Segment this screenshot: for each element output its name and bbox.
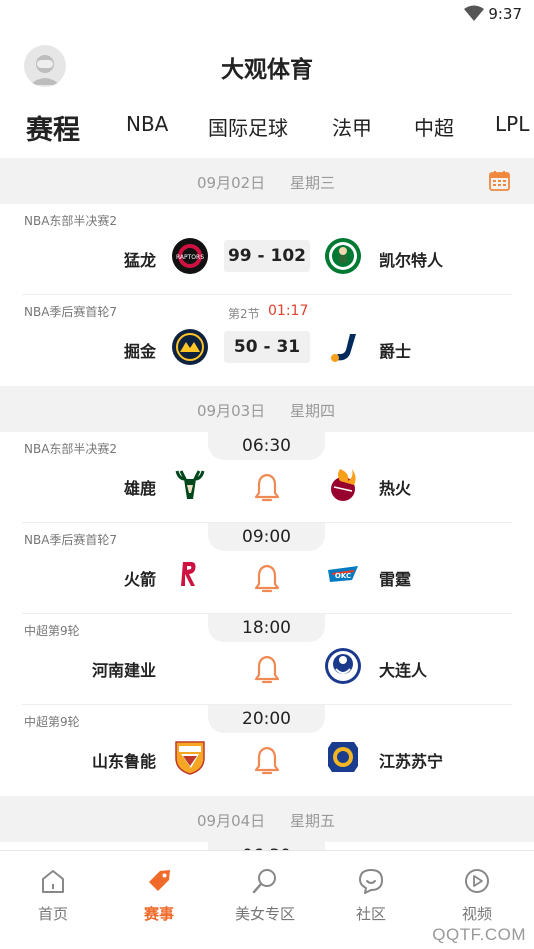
league-label: 中超第9轮 bbox=[24, 624, 80, 638]
watermark: QQTF.COM bbox=[432, 925, 526, 944]
bucks-logo-icon bbox=[175, 470, 205, 499]
tab-intl-football[interactable]: 国际足球 bbox=[208, 112, 288, 141]
thunder-logo-icon: OKC bbox=[328, 566, 358, 582]
weekday-label: 星期三 bbox=[290, 174, 336, 192]
nav-gallery[interactable]: 美女专区 bbox=[220, 867, 310, 924]
nuggets-logo-icon bbox=[172, 329, 208, 365]
suning-logo-icon bbox=[328, 742, 358, 772]
match-time: 09:00 bbox=[208, 523, 325, 551]
tab-csl[interactable]: 中超 bbox=[414, 112, 454, 141]
league-label: 中超第9轮 bbox=[24, 715, 80, 729]
search-person-icon bbox=[252, 869, 276, 894]
match-card[interactable]: 06:30 NBA东部半决赛2 雄鹿 热火 bbox=[0, 432, 534, 523]
score: 99 - 102 bbox=[224, 240, 310, 272]
match-time: 20:00 bbox=[208, 705, 325, 733]
rockets-logo-icon bbox=[181, 562, 196, 586]
bell-icon[interactable] bbox=[254, 563, 280, 593]
date-header: 09月02日 星期三 bbox=[0, 158, 534, 204]
match-card[interactable]: NBA东部半决赛2 猛龙 RAPTORS 99 - 102 凯尔特人 bbox=[0, 204, 534, 295]
period-label: 第2节 bbox=[228, 307, 260, 321]
nav-events[interactable]: 赛事 bbox=[114, 867, 204, 924]
away-team: 凯尔特人 bbox=[379, 251, 444, 270]
nav-label: 社区 bbox=[355, 905, 386, 923]
date-label: 09月04日 bbox=[197, 812, 266, 830]
match-card[interactable]: 20:00 中超第9轮 山东鲁能 江苏苏宁 bbox=[0, 705, 534, 796]
wifi-icon bbox=[464, 5, 484, 21]
match-card[interactable]: 18:00 中超第9轮 河南建业 大连人 bbox=[0, 614, 534, 705]
away-team: 雷霆 bbox=[379, 570, 412, 589]
heat-logo-icon bbox=[331, 469, 356, 501]
league-label: NBA季后赛首轮7 bbox=[24, 533, 118, 547]
dalian-logo-icon bbox=[325, 648, 361, 684]
tab-nba[interactable]: NBA bbox=[126, 112, 168, 136]
jazz-logo-icon bbox=[331, 334, 356, 362]
luneng-logo-icon bbox=[175, 741, 205, 775]
date-label: 09月02日 bbox=[197, 174, 266, 192]
play-icon bbox=[465, 869, 489, 893]
league-label: NBA东部半决赛2 bbox=[24, 442, 118, 456]
tab-lpl[interactable]: LPL bbox=[495, 112, 529, 136]
chat-icon bbox=[359, 869, 383, 894]
tag-icon bbox=[149, 870, 170, 891]
home-team: 火箭 bbox=[123, 570, 156, 589]
match-time: 06:30 bbox=[208, 432, 325, 460]
raptors-logo-icon: RAPTORS bbox=[172, 238, 208, 274]
app-header: 大观体育 bbox=[0, 30, 534, 100]
away-team: 江苏苏宁 bbox=[379, 752, 444, 771]
weekday-label: 星期四 bbox=[290, 402, 336, 420]
score: 50 - 31 bbox=[224, 331, 310, 363]
league-label: NBA东部半决赛2 bbox=[24, 214, 118, 228]
category-tabs: 赛程 NBA 国际足球 法甲 中超 LPL bbox=[0, 100, 534, 158]
home-team: 掘金 bbox=[123, 342, 156, 361]
tab-ligue1[interactable]: 法甲 bbox=[332, 112, 372, 141]
match-card[interactable]: NBA季后赛首轮7 第2节 01:17 掘金 50 - 31 爵士 bbox=[0, 295, 534, 386]
match-time: 18:00 bbox=[208, 614, 325, 642]
svg-text:RAPTORS: RAPTORS bbox=[176, 254, 204, 261]
nav-community[interactable]: 社区 bbox=[326, 867, 416, 924]
date-label: 09月03日 bbox=[197, 402, 266, 420]
match-card[interactable]: 09:00 NBA季后赛首轮7 火箭 OKC 雷霆 bbox=[0, 523, 534, 614]
app-title: 大观体育 bbox=[221, 57, 313, 83]
nav-label: 视频 bbox=[461, 905, 492, 923]
home-icon bbox=[42, 870, 64, 893]
tab-schedule[interactable]: 赛程 bbox=[26, 108, 80, 147]
nav-video[interactable]: 视频 bbox=[432, 867, 522, 924]
weekday-label: 星期五 bbox=[290, 812, 336, 830]
away-team: 热火 bbox=[379, 479, 412, 498]
home-team: 猛龙 bbox=[123, 251, 156, 270]
celtics-logo-icon bbox=[325, 238, 361, 274]
home-team: 河南建业 bbox=[91, 661, 156, 680]
home-team: 雄鹿 bbox=[123, 479, 156, 498]
date-header: 09月04日 星期五 bbox=[0, 796, 534, 842]
nav-label: 赛事 bbox=[143, 905, 174, 923]
svg-text:OKC: OKC bbox=[335, 572, 351, 580]
away-team: 爵士 bbox=[379, 342, 412, 361]
date-header: 09月03日 星期四 bbox=[0, 386, 534, 432]
home-team: 山东鲁能 bbox=[91, 752, 156, 771]
bell-icon[interactable] bbox=[254, 654, 280, 684]
status-time: 9:37 bbox=[488, 5, 522, 23]
bell-icon[interactable] bbox=[254, 472, 280, 502]
calendar-icon[interactable] bbox=[489, 170, 510, 191]
bottom-nav: 首页 赛事 美女专区 社区 视频 QQTF.COM bbox=[0, 850, 534, 949]
nav-home[interactable]: 首页 bbox=[8, 867, 98, 924]
league-label: NBA季后赛首轮7 bbox=[24, 305, 118, 319]
game-clock: 01:17 bbox=[268, 303, 309, 319]
status-bar: 9:37 bbox=[0, 0, 534, 30]
away-team: 大连人 bbox=[379, 661, 428, 680]
nav-label: 美女专区 bbox=[234, 905, 295, 923]
nav-label: 首页 bbox=[37, 905, 68, 923]
bell-icon[interactable] bbox=[254, 745, 280, 775]
